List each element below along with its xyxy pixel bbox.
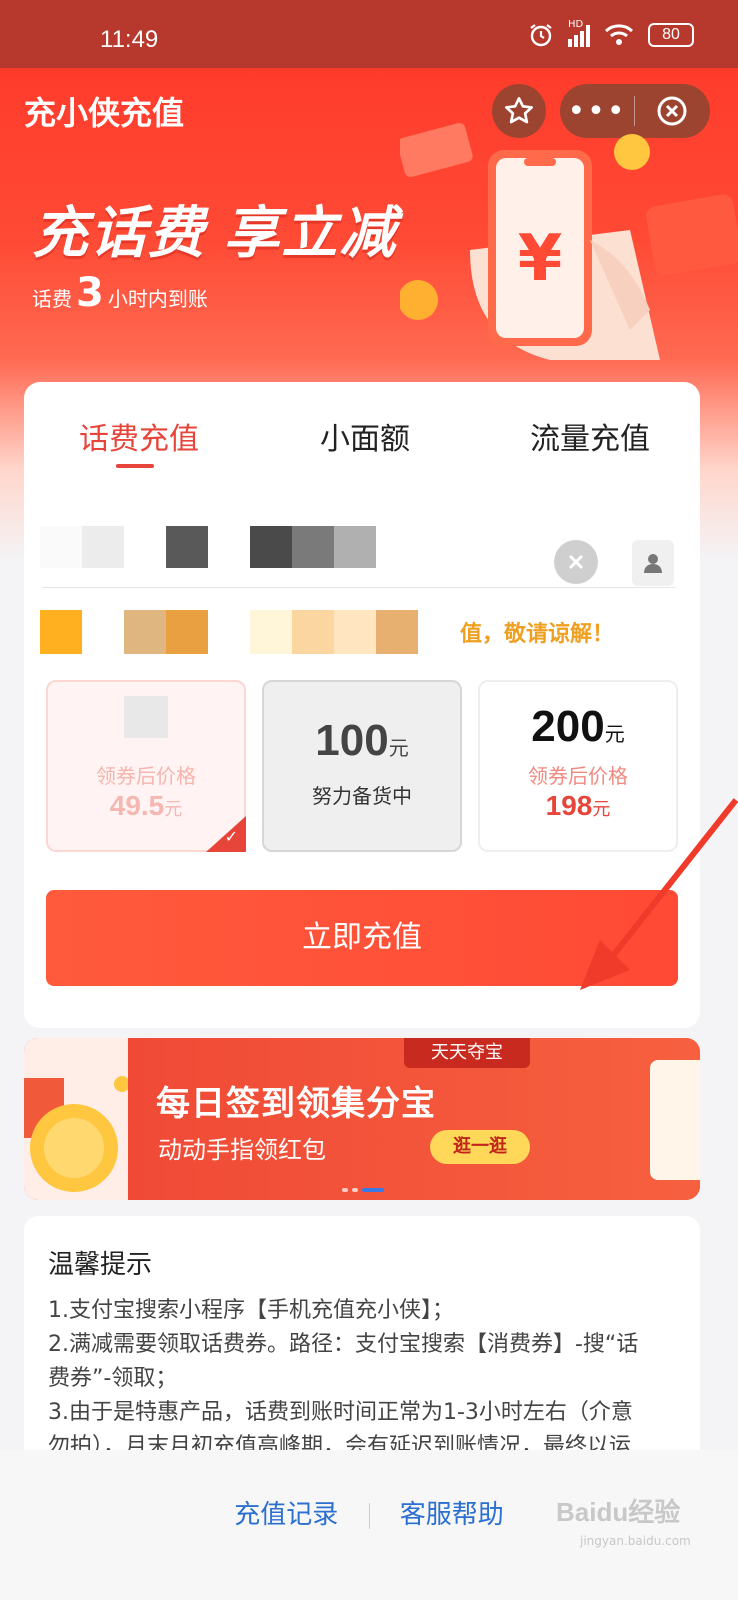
check-icon: ✓ xyxy=(224,827,238,846)
amount-option-2[interactable]: 100元 努力备货中 xyxy=(262,680,462,852)
annotation-arrow-icon xyxy=(580,798,738,990)
amount-label: 领券后价格 xyxy=(96,764,196,788)
banner-tag: 天天夺宝 xyxy=(404,1038,530,1068)
app-title: 充小侠充值 xyxy=(24,95,185,131)
signal-icon: HD xyxy=(568,19,590,47)
tips-line: 3.由于是特惠产品，话费到账时间正常为1-3小时左右（介意 xyxy=(48,1400,633,1425)
banner-coin-image xyxy=(24,1038,130,1200)
banner-title: 每日签到领集分宝 xyxy=(156,1084,436,1124)
alarm-icon xyxy=(530,24,552,47)
phone-number-redacted xyxy=(40,526,376,568)
svg-text:¥: ¥ xyxy=(518,222,563,296)
baidu-watermark-url: jingyan.baidu.com xyxy=(580,1534,691,1548)
promo-banner[interactable]: 天天夺宝 每日签到领集分宝 动动手指领红包 逛一逛 xyxy=(24,1038,700,1200)
hero-subtitle: 话费 3 小时内到账 xyxy=(32,270,208,316)
banner-dot[interactable] xyxy=(342,1188,348,1192)
amount-value: 200元 xyxy=(531,702,625,751)
tips-line: 费券”-领取； xyxy=(48,1366,178,1391)
amount-status: 努力备货中 xyxy=(312,784,412,808)
tips-line: 1.支付宝搜索小程序【手机充值充小侠】； xyxy=(48,1298,454,1323)
hero-slogan: 充话费 享立减 xyxy=(32,201,398,264)
banner-pagination xyxy=(342,1188,384,1192)
contacts-button[interactable] xyxy=(632,540,674,586)
notice-text: 值，敬请谅解！ xyxy=(460,622,615,647)
contact-icon xyxy=(644,554,662,573)
notice-bar: 值，敬请谅解！ xyxy=(40,610,680,654)
bottom-divider xyxy=(368,1502,370,1529)
banner-dot[interactable] xyxy=(352,1188,358,1192)
baidu-watermark: Baidu经验 xyxy=(556,1497,681,1527)
tips-line: 2.满减需要领取话费券。路径：支付宝搜索【消费券】-搜“话 xyxy=(48,1332,639,1357)
coin-icon xyxy=(24,1076,130,1192)
clear-icon xyxy=(568,554,584,570)
status-bar: 11:49 HD 80 xyxy=(0,0,738,68)
tab-data-recharge[interactable]: 流量充值 xyxy=(530,414,650,458)
hero-sub-suffix: 小时内到账 xyxy=(107,287,208,311)
amount-value: 100元 xyxy=(315,716,409,765)
hd-label: HD xyxy=(568,19,584,30)
banner-go-button[interactable]: 逛一逛 xyxy=(430,1130,530,1164)
banner-subtitle: 动动手指领红包 xyxy=(158,1136,326,1164)
battery-icon: 80 xyxy=(648,23,694,47)
clear-input-button[interactable] xyxy=(554,540,598,584)
status-time: 11:49 xyxy=(100,26,159,53)
tab-active-indicator xyxy=(116,464,154,468)
tab-phone-recharge[interactable]: 话费充值 xyxy=(79,414,199,458)
banner-dot-active[interactable] xyxy=(362,1188,384,1192)
phone-illustration: ¥ xyxy=(400,122,738,360)
hero-sub-number: 3 xyxy=(76,270,104,316)
hero-sub-prefix: 话费 xyxy=(32,287,72,311)
recharge-tabs: 话费充值 小面额 流量充值 xyxy=(24,382,700,482)
amount-option-1[interactable]: 元 领券后价格 49.5元 ✓ xyxy=(46,680,246,852)
status-icons: HD 80 xyxy=(528,19,694,48)
tips-title: 温馨提示 xyxy=(48,1250,153,1280)
tab-small-amount[interactable]: 小面额 xyxy=(320,414,410,458)
amount-price: 49.5元 xyxy=(109,790,183,821)
wifi-icon xyxy=(604,24,634,45)
recharge-records-link[interactable]: 充值记录 xyxy=(212,1494,360,1531)
banner-side-card xyxy=(650,1060,700,1180)
customer-help-link[interactable]: 客服帮助 xyxy=(378,1494,526,1531)
